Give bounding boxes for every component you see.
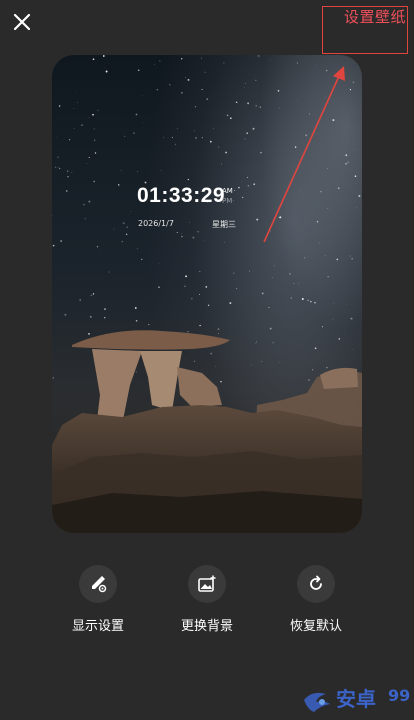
wallpaper-preview: 01:33:29 AM PM 2026/1/7 星期三: [52, 55, 362, 533]
change-background-label: 更换背景: [180, 619, 233, 634]
lockscreen-time: 01:33:29: [137, 184, 226, 207]
restore-default-label: 恢复默认: [289, 619, 342, 634]
rock-landscape: [52, 330, 362, 533]
image-add-icon: [188, 565, 226, 603]
brush-settings-icon: [79, 565, 117, 603]
am-label: AM: [222, 187, 233, 195]
action-bar: 显示设置 更换背景 恢复默认: [0, 565, 414, 645]
lockscreen-weekday: 星期三: [212, 220, 236, 229]
display-settings-button[interactable]: 显示设置: [48, 565, 148, 634]
watermark-number: 99: [388, 686, 411, 705]
watermark-text: 安卓: [336, 687, 376, 711]
change-background-button[interactable]: 更换背景: [157, 565, 257, 634]
restore-default-button[interactable]: 恢复默认: [266, 565, 366, 634]
refresh-icon: [297, 565, 335, 603]
lockscreen-date: 2026/1/7: [138, 219, 174, 228]
close-button[interactable]: [8, 8, 36, 36]
am-pm-indicator: AM PM: [222, 186, 233, 206]
close-icon: [13, 13, 31, 31]
set-wallpaper-button[interactable]: 设置壁纸: [344, 6, 406, 27]
pm-label: PM: [222, 197, 233, 205]
display-settings-label: 显示设置: [71, 619, 124, 634]
